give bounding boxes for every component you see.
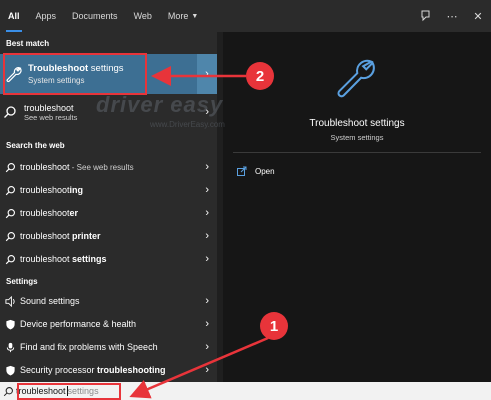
web-suggestion-label: troubleshoot (24, 102, 74, 113)
section-search-web: Search the web (6, 140, 65, 150)
tab-documents[interactable]: Documents (64, 0, 126, 32)
web-result-row[interactable]: troubleshoot - See web results › (0, 156, 217, 178)
search-icon (0, 105, 20, 119)
settings-result-row[interactable]: Find and fix problems with Speech › (0, 336, 217, 358)
divider (233, 152, 481, 153)
search-icon (0, 162, 20, 173)
settings-result-label: Device performance & health (20, 319, 137, 329)
annotation-box-best-match (3, 53, 147, 95)
chevron-right-icon[interactable]: › (205, 207, 209, 219)
web-result-label: troubleshoot settings (20, 254, 107, 264)
settings-result-label: Find and fix problems with Speech (20, 342, 158, 352)
web-result-row[interactable]: troubleshooter › (0, 202, 217, 224)
tab-all-label: All (8, 11, 20, 21)
top-actions: ⋯ ✕ (413, 0, 491, 32)
web-suggestion-subtitle: See web results (24, 112, 78, 122)
search-icon (0, 185, 20, 196)
annotation-badge-1: 1 (260, 312, 288, 340)
settings-result-label: Security processor troubleshooting (20, 365, 166, 375)
chevron-right-icon[interactable]: › (205, 230, 209, 242)
web-result-row[interactable]: troubleshooting › (0, 179, 217, 201)
annotation-badge-2: 2 (246, 62, 274, 90)
search-icon (0, 386, 16, 397)
search-icon (0, 208, 20, 219)
chevron-right-icon[interactable]: › (205, 364, 209, 376)
shield-icon (0, 365, 20, 376)
section-best-match: Best match (6, 38, 50, 48)
web-result-label: troubleshoot - See web results (20, 162, 134, 172)
tab-more-label: More (167, 11, 189, 21)
chevron-down-icon: ▼ (191, 12, 199, 20)
shield-icon (0, 319, 20, 330)
search-icon (0, 254, 20, 265)
open-label: Open (255, 166, 275, 176)
speaker-icon (0, 295, 20, 307)
tab-web[interactable]: Web (126, 0, 160, 32)
wrench-icon (333, 54, 379, 105)
web-result-row[interactable]: troubleshoot printer › (0, 225, 217, 247)
tab-all[interactable]: All (0, 0, 28, 32)
chevron-right-icon[interactable]: › (205, 184, 209, 196)
settings-result-row[interactable]: Device performance & health › (0, 313, 217, 335)
watermark-url: www.DriverEasy.com (150, 120, 225, 129)
open-window-icon (237, 166, 247, 176)
chevron-right-icon[interactable]: › (205, 318, 209, 330)
web-result-label: troubleshooter (20, 208, 79, 218)
tab-apps[interactable]: Apps (28, 0, 65, 32)
web-result-label: troubleshooting (20, 185, 84, 195)
tab-more[interactable]: More ▼ (160, 0, 206, 32)
search-tab-bar: All Apps Documents Web More ▼ ⋯ ✕ (0, 0, 491, 32)
settings-result-row[interactable]: Sound settings › (0, 290, 217, 312)
feedback-icon[interactable] (413, 0, 439, 32)
microphone-icon (0, 342, 20, 353)
tab-apps-label: Apps (35, 11, 57, 21)
open-button[interactable]: Open (237, 166, 275, 176)
preview-subtitle: System settings (330, 133, 384, 142)
annotation-box-search (17, 383, 121, 400)
web-result-row[interactable]: troubleshoot settings › (0, 248, 217, 270)
search-icon (0, 231, 20, 242)
close-icon[interactable]: ✕ (465, 0, 491, 32)
chevron-right-icon[interactable]: › (205, 161, 209, 173)
section-settings: Settings (6, 276, 38, 286)
watermark-logo: driver easy (96, 92, 224, 117)
chevron-right-icon[interactable]: › (205, 341, 209, 353)
tab-web-label: Web (133, 11, 152, 21)
preview-title: Troubleshoot settings (309, 118, 405, 129)
settings-result-row[interactable]: Security processor troubleshooting › (0, 359, 217, 381)
tab-documents-label: Documents (72, 11, 118, 21)
web-result-label: troubleshoot printer (20, 231, 101, 241)
chevron-right-icon[interactable]: › (205, 295, 209, 307)
chevron-right-icon[interactable]: › (205, 253, 209, 265)
settings-result-label: Sound settings (20, 296, 80, 306)
chevron-right-icon[interactable]: › (197, 54, 217, 94)
more-options-icon[interactable]: ⋯ (439, 0, 465, 32)
